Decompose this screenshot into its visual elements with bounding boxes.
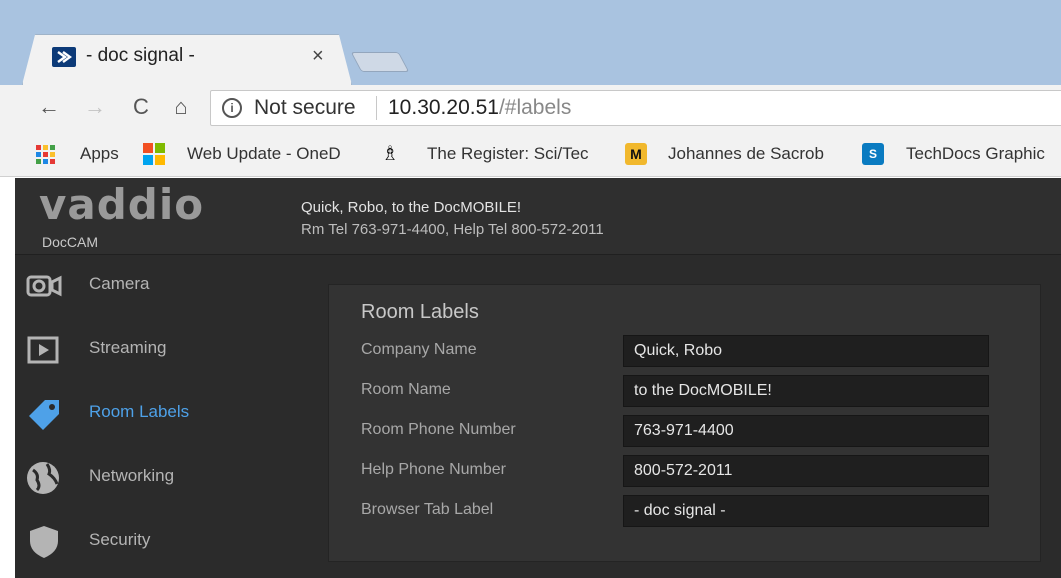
bookmark-johannes[interactable]: Johannes de Sacrob <box>668 144 824 164</box>
bookmark-the-register[interactable]: The Register: Sci/Tec <box>427 144 589 164</box>
help-phone-label: Help Phone Number <box>361 461 506 478</box>
sidebar-item-label: Networking <box>89 466 175 485</box>
sharepoint-icon: S <box>862 143 884 165</box>
mizzou-logo-icon: M <box>625 143 647 165</box>
windows-logo-icon <box>143 143 165 165</box>
vaddio-logo: vaddio <box>39 182 204 228</box>
reload-icon[interactable]: C <box>126 92 156 122</box>
url-path: /#labels <box>498 96 572 119</box>
the-register-icon: ♗ <box>381 143 399 165</box>
globe-icon <box>25 460 63 496</box>
apps-grid-icon[interactable] <box>36 145 55 164</box>
tag-label-icon <box>25 396 63 432</box>
sidebar-item-security[interactable]: Security <box>15 512 303 572</box>
page-header: vaddio DocCAM Quick, Robo, to the DocMOB… <box>15 178 1061 255</box>
panel-title: Room Labels <box>361 301 479 323</box>
streaming-play-icon <box>25 332 63 368</box>
room-phone-label: Room Phone Number <box>361 421 516 438</box>
sidebar-item-label: Room Labels <box>89 402 190 421</box>
room-phone-info: Rm Tel 763-971-4400, Help Tel 800-572-20… <box>301 221 604 238</box>
product-name: DocCAM <box>42 234 99 250</box>
brand-wordmark: vaddio <box>39 180 205 229</box>
sidebar-item-label: Camera <box>89 274 150 293</box>
omnibox-divider <box>376 96 377 120</box>
form-row-help-phone: Help Phone Number <box>329 455 1042 489</box>
bookmark-techdocs[interactable]: TechDocs Graphic <box>906 144 1045 164</box>
sidebar: Camera Streaming Room Labels Networking <box>15 256 303 578</box>
company-name-input[interactable] <box>623 335 989 367</box>
back-arrow-icon[interactable]: ← <box>34 92 64 122</box>
bookmark-apps[interactable]: Apps <box>80 144 119 164</box>
shield-icon <box>25 524 63 560</box>
sidebar-item-label: Streaming <box>89 338 167 357</box>
vaddio-favicon-icon <box>52 47 76 67</box>
browser-window: - doc signal - × ← → C ⌂ i Not secure 10… <box>0 0 1061 578</box>
info-icon[interactable]: i <box>222 98 242 118</box>
room-phone-input[interactable] <box>623 415 989 447</box>
sidebar-item-streaming[interactable]: Streaming <box>15 320 303 380</box>
url-host: 10.30.20.51 <box>388 96 499 119</box>
sidebar-item-label: Security <box>89 530 151 549</box>
room-labels-panel: Room Labels Company Name Room Name Room … <box>328 284 1041 562</box>
room-title: Quick, Robo, to the DocMOBILE! <box>301 199 522 216</box>
vaddio-web-ui: vaddio DocCAM Quick, Robo, to the DocMOB… <box>15 178 1061 578</box>
browser-tab-label-input[interactable] <box>623 495 989 527</box>
form-row-company-name: Company Name <box>329 335 1042 369</box>
sidebar-item-room-labels[interactable]: Room Labels <box>15 384 303 444</box>
form-row-browser-tab-label: Browser Tab Label <box>329 495 1042 529</box>
tab-title: - doc signal - <box>86 45 195 66</box>
company-name-label: Company Name <box>361 341 477 358</box>
forward-arrow-icon[interactable]: → <box>80 92 110 122</box>
help-phone-input[interactable] <box>623 455 989 487</box>
form-row-room-name: Room Name <box>329 375 1042 409</box>
bookmark-web-update[interactable]: Web Update - OneD <box>187 144 341 164</box>
room-name-label: Room Name <box>361 381 451 398</box>
url-text[interactable]: 10.30.20.51/#labels <box>388 96 571 120</box>
home-icon[interactable]: ⌂ <box>166 92 196 122</box>
new-tab-button[interactable] <box>350 52 410 72</box>
security-indicator[interactable]: Not secure <box>254 96 356 120</box>
camera-icon <box>25 268 63 304</box>
tab-close-icon[interactable]: × <box>312 45 324 67</box>
sidebar-item-networking[interactable]: Networking <box>15 448 303 508</box>
form-row-room-phone: Room Phone Number <box>329 415 1042 449</box>
room-name-input[interactable] <box>623 375 989 407</box>
browser-tab-label-label: Browser Tab Label <box>361 501 494 518</box>
sidebar-item-camera[interactable]: Camera <box>15 256 303 316</box>
